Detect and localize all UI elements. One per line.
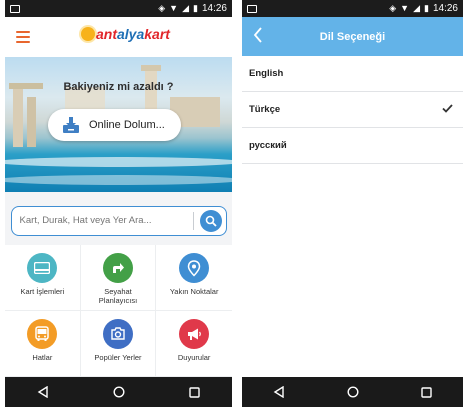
language-option-english[interactable]: English xyxy=(242,56,463,92)
location-pin-icon xyxy=(179,253,210,283)
column-ruin xyxy=(27,97,36,147)
language-label: English xyxy=(249,68,284,79)
notification-icon xyxy=(10,4,20,13)
back-nav-icon[interactable] xyxy=(273,386,285,398)
search-divider xyxy=(192,211,194,230)
search-input[interactable] xyxy=(19,215,190,226)
language-selection-screen: ◈ ▼ ◢ ▮ 14:26 Dil Seçeneği English Türkç… xyxy=(242,0,463,407)
online-topup-button[interactable]: Online Dolum... xyxy=(48,109,181,141)
feature-grid: Kart İşlemleri Seyahat Planlayıcısı Yakı… xyxy=(5,245,232,377)
balance-low-title: Bakiyeniz mi azaldı ? xyxy=(63,81,174,93)
bus-icon xyxy=(27,319,58,349)
tile-lines[interactable]: Hatlar xyxy=(5,311,81,377)
checkmark-icon xyxy=(442,104,453,113)
megaphone-icon xyxy=(179,319,210,349)
tile-card-operations[interactable]: Kart İşlemleri xyxy=(5,245,81,311)
menu-icon[interactable] xyxy=(16,31,30,46)
search-row xyxy=(5,192,232,249)
language-option-russian[interactable]: русский xyxy=(242,128,463,164)
battery-icon: ▮ xyxy=(193,3,198,13)
language-header: Dil Seçeneği xyxy=(242,17,463,56)
notification-icon xyxy=(247,4,257,13)
recents-nav-icon[interactable] xyxy=(189,386,200,398)
tile-travel-planner[interactable]: Seyahat Planlayıcısı xyxy=(80,245,157,311)
tile-label: Kart İşlemleri xyxy=(20,287,65,296)
back-arrow-icon[interactable] xyxy=(253,27,263,43)
android-nav-bar xyxy=(5,377,232,407)
wifi-icon: ▼ xyxy=(169,3,179,13)
search-icon xyxy=(205,215,217,227)
recents-nav-icon[interactable] xyxy=(421,386,432,398)
language-option-turkish[interactable]: Türkçe xyxy=(242,92,463,128)
tile-label: Yakın Noktalar xyxy=(169,287,219,296)
language-label: русский xyxy=(249,140,287,151)
language-label: Türkçe xyxy=(249,104,281,115)
home-nav-icon[interactable] xyxy=(113,386,125,398)
app-header: ant alya kart xyxy=(5,17,232,57)
sun-logo-icon xyxy=(81,27,95,41)
download-tray-icon xyxy=(63,117,79,133)
vibrate-icon: ◈ xyxy=(158,3,166,13)
antalyakart-home-screen: ◈ ▼ ◢ ▮ 14:26 ant alya kart Bakiyeniz mi a… xyxy=(5,0,232,407)
hero-banner: Bakiyeniz mi azaldı ? Online Dolum... xyxy=(5,57,232,192)
wifi-icon: ▼ xyxy=(400,3,410,13)
search-button[interactable] xyxy=(199,209,222,232)
route-arrow-icon xyxy=(102,253,133,283)
tile-popular-places[interactable]: Popüler Yerler xyxy=(80,311,157,377)
antalyakart-logo: ant alya kart xyxy=(81,26,170,42)
tile-label: Seyahat Planlayıcısı xyxy=(98,287,138,305)
tile-label: Duyurular xyxy=(177,353,211,362)
tile-nearby-points[interactable]: Yakın Noktalar xyxy=(156,245,232,311)
card-icon xyxy=(27,253,58,283)
tile-label: Hatlar xyxy=(32,353,53,362)
vibrate-icon: ◈ xyxy=(389,3,397,13)
status-bar: ◈ ▼ ◢ ▮ 14:26 xyxy=(242,0,463,17)
column-ruin xyxy=(13,87,23,147)
wave xyxy=(5,157,232,167)
tile-label: Popüler Yerler xyxy=(94,353,142,362)
wave xyxy=(5,175,232,185)
search-box xyxy=(10,205,227,236)
status-time: 14:26 xyxy=(432,3,458,14)
home-nav-icon[interactable] xyxy=(347,386,359,398)
status-bar: ◈ ▼ ◢ ▮ 14:26 xyxy=(5,0,232,17)
signal-icon: ◢ xyxy=(413,3,421,13)
page-title: Dil Seçeneği xyxy=(319,30,386,43)
battery-icon: ▮ xyxy=(424,3,429,13)
status-time: 14:26 xyxy=(201,3,227,14)
camera-icon xyxy=(102,319,133,349)
online-topup-label: Online Dolum... xyxy=(89,119,165,131)
tile-announcements[interactable]: Duyurular xyxy=(156,311,232,377)
back-nav-icon[interactable] xyxy=(37,386,49,398)
android-nav-bar xyxy=(242,377,463,407)
signal-icon: ◢ xyxy=(182,3,190,13)
minaret xyxy=(141,65,161,71)
